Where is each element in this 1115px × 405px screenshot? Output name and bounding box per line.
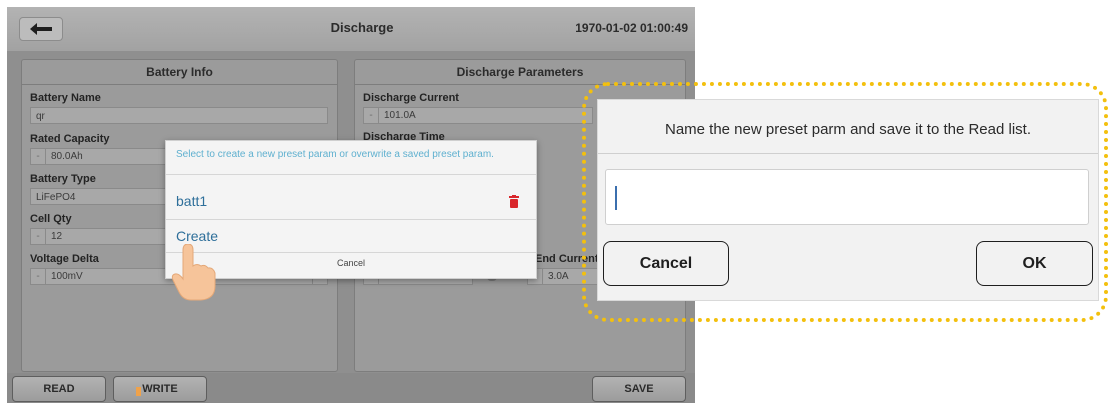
text-caret [615,186,617,210]
discharge-current-label: Discharge Current [363,92,459,104]
discharge-current-stepper[interactable]: - 101.0A [363,107,593,124]
preset-name-input[interactable] [605,169,1089,225]
decrement-button[interactable]: - [364,108,379,123]
discharge-current-value: 101.0A [384,110,416,121]
decrement-button[interactable]: - [31,149,46,164]
cell-qty-label: Cell Qty [30,213,72,225]
divider [166,252,536,253]
preset-select-dialog: Select to create a new preset param or o… [165,140,537,279]
pointer-stub [136,387,141,396]
divider [598,153,1098,154]
cancel-button[interactable]: Cancel [603,241,729,286]
bottom-bar: READ WRITE SAVE [7,373,695,403]
divider [166,174,536,175]
hand-pointer-icon [171,244,216,301]
read-button[interactable]: READ [12,376,106,402]
preset-item-create[interactable]: Create [176,228,218,244]
trash-icon[interactable] [509,195,519,208]
dialog-message: Name the new preset parm and save it to … [664,121,1032,138]
dialog-hint: Select to create a new preset param or o… [176,149,494,160]
decrement-button[interactable]: - [31,269,46,284]
save-button[interactable]: SAVE [592,376,686,402]
rated-capacity-value: 80.0Ah [51,151,83,162]
arrow-left-icon [30,23,52,35]
back-button[interactable] [19,17,63,41]
page-title: Discharge [330,20,394,35]
preset-item-batt1[interactable]: batt1 [176,193,207,209]
end-current-value: 3.0A [548,271,569,282]
divider [166,219,536,220]
decrement-button[interactable]: - [31,229,46,244]
ok-button[interactable]: OK [976,241,1093,286]
battery-name-field[interactable]: qr [30,107,328,124]
battery-type-label: Battery Type [30,173,96,185]
name-preset-dialog: Name the new preset parm and save it to … [597,99,1099,301]
cell-qty-value: 12 [51,231,63,242]
datetime-display: 1970-01-02 01:00:49 [575,21,688,35]
battery-info-title: Battery Info [22,60,337,85]
voltage-delta-label: Voltage Delta [30,253,99,265]
rated-capacity-label: Rated Capacity [30,133,110,145]
cancel-button[interactable]: Cancel [166,258,536,268]
voltage-delta-value: 100mV [51,271,83,282]
battery-name-label: Battery Name [30,92,101,104]
top-bar: Discharge 1970-01-02 01:00:49 [7,7,695,51]
write-button[interactable]: WRITE [113,376,207,402]
